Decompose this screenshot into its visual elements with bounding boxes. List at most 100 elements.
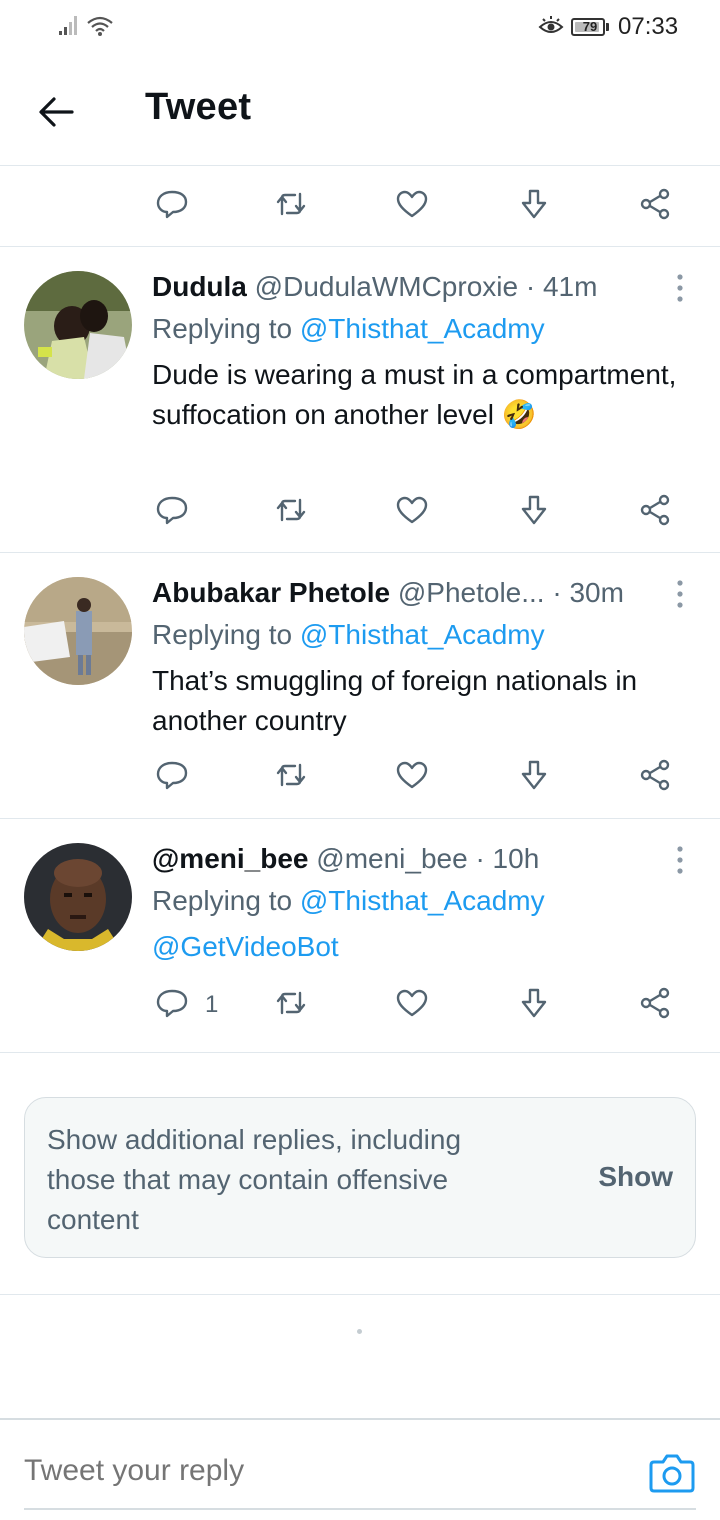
arrow-left-icon — [39, 97, 74, 127]
download-button[interactable] — [516, 757, 556, 797]
page-title: Tweet — [145, 86, 252, 128]
author-name[interactable]: @meni_bee — [152, 843, 308, 874]
battery-icon: 79 — [571, 15, 611, 39]
share-icon — [640, 987, 670, 1019]
more-vertical-icon — [677, 846, 683, 874]
mention-link[interactable]: @Thisthat_Acadmy — [300, 313, 545, 344]
download-arrow-icon — [521, 760, 547, 790]
share-icon — [640, 759, 670, 791]
reply-button[interactable] — [154, 985, 194, 1025]
additional-replies-card[interactable]: Show additional replies, including those… — [24, 1097, 696, 1258]
replying-to: Replying to @Thisthat_Acadmy — [152, 885, 545, 917]
more-vertical-icon — [677, 580, 683, 608]
tweet-header: Abubakar Phetole @Phetole... · 30m — [152, 577, 624, 609]
battery-level: 79 — [582, 19, 598, 34]
mention-link[interactable]: @Thisthat_Acadmy — [300, 885, 545, 916]
share-button[interactable] — [637, 757, 677, 797]
author-handle[interactable]: @meni_bee — [316, 843, 467, 874]
camera-icon — [649, 1454, 695, 1493]
heart-icon — [396, 190, 428, 218]
camera-button[interactable] — [648, 1450, 696, 1494]
reply-icon — [156, 190, 188, 219]
download-arrow-icon — [521, 495, 547, 525]
timestamp: · 30m — [552, 577, 624, 608]
show-button[interactable]: Show — [598, 1161, 673, 1193]
reply-icon — [156, 496, 188, 525]
share-button[interactable] — [637, 985, 677, 1025]
author-name[interactable]: Abubakar Phetole — [152, 577, 390, 608]
tweet-actions — [0, 749, 720, 805]
retweet-icon — [276, 498, 306, 522]
retweet-button[interactable] — [273, 985, 313, 1025]
reply-icon — [156, 761, 188, 790]
reply-button[interactable] — [154, 757, 194, 797]
divider — [0, 1052, 720, 1053]
replying-to-label: Replying to — [152, 313, 293, 344]
download-arrow-icon — [521, 189, 547, 219]
reply-tweet[interactable]: @meni_bee @meni_bee · 10h Replying to @T… — [0, 819, 720, 1052]
tweet-text[interactable]: @GetVideoBot — [152, 927, 692, 967]
eye-comfort-icon — [538, 16, 564, 33]
retweet-icon — [276, 192, 306, 216]
clock: 07:33 — [618, 13, 679, 40]
replying-to-label: Replying to — [152, 885, 293, 916]
back-button[interactable] — [34, 90, 78, 134]
tweet-text: That’s smuggling of foreign nationals in… — [152, 665, 638, 736]
share-icon — [640, 494, 670, 526]
more-options-button[interactable] — [666, 577, 694, 613]
replying-to: Replying to @Thisthat_Acadmy — [152, 313, 545, 345]
heart-icon — [396, 496, 428, 524]
reply-icon — [156, 989, 188, 1018]
reply-count: 1 — [205, 991, 219, 1018]
share-button[interactable] — [637, 186, 677, 226]
retweet-icon — [276, 763, 306, 787]
reply-input[interactable] — [24, 1448, 624, 1494]
replying-to-label: Replying to — [152, 619, 293, 650]
like-button[interactable] — [394, 985, 434, 1025]
additional-replies-text: Show additional replies, including those… — [47, 1124, 462, 1235]
tweet-actions: 1 — [0, 977, 720, 1033]
signal-icon — [59, 16, 77, 35]
reply-button[interactable] — [154, 186, 194, 226]
share-icon — [640, 188, 670, 220]
loading-indicator — [357, 1329, 362, 1334]
reply-button[interactable] — [154, 492, 194, 532]
reply-tweet[interactable]: Abubakar Phetole @Phetole... · 30m Reply… — [0, 553, 720, 818]
share-button[interactable] — [637, 492, 677, 532]
tweet-text: Dude is wearing a must in a compartment,… — [152, 359, 677, 430]
like-button[interactable] — [394, 492, 434, 532]
reply-composer — [0, 1418, 720, 1520]
top-app-bar: Tweet — [0, 56, 720, 166]
more-vertical-icon — [677, 274, 683, 302]
heart-icon — [396, 989, 428, 1017]
reply-tweet[interactable]: Dudula @DudulaWMCproxie · 41m Replying t… — [0, 247, 720, 552]
like-button[interactable] — [394, 757, 434, 797]
download-button[interactable] — [516, 186, 556, 226]
retweet-button[interactable] — [273, 757, 313, 797]
author-handle[interactable]: @DudulaWMCproxie — [255, 271, 518, 302]
author-name[interactable]: Dudula — [152, 271, 247, 302]
avatar[interactable] — [24, 843, 132, 951]
divider — [0, 1294, 720, 1295]
download-button[interactable] — [516, 492, 556, 532]
timestamp: · 41m — [525, 271, 598, 302]
wifi-icon — [87, 16, 113, 36]
download-button[interactable] — [516, 985, 556, 1025]
author-handle[interactable]: @Phetole... — [398, 577, 545, 608]
heart-icon — [396, 761, 428, 789]
more-options-button[interactable] — [666, 843, 694, 879]
retweet-icon — [276, 991, 306, 1015]
timestamp: · 10h — [475, 843, 540, 874]
main-tweet-actions — [0, 178, 720, 234]
mention-link[interactable]: @Thisthat_Acadmy — [300, 619, 545, 650]
avatar[interactable] — [24, 577, 132, 685]
more-options-button[interactable] — [666, 271, 694, 307]
tweet-actions — [0, 484, 720, 540]
retweet-button[interactable] — [273, 492, 313, 532]
tweet-header: @meni_bee @meni_bee · 10h — [152, 843, 539, 875]
avatar[interactable] — [24, 271, 132, 379]
like-button[interactable] — [394, 186, 434, 226]
replying-to: Replying to @Thisthat_Acadmy — [152, 619, 545, 651]
tweet-header: Dudula @DudulaWMCproxie · 41m — [152, 271, 597, 303]
retweet-button[interactable] — [273, 186, 313, 226]
